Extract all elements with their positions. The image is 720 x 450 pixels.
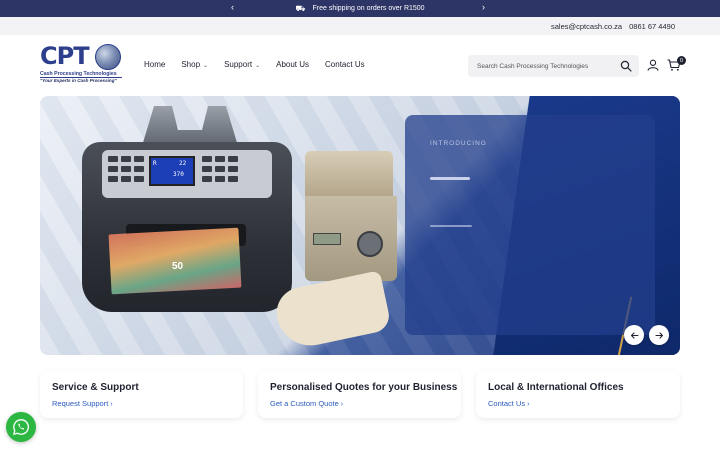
- machine-key: [215, 166, 225, 172]
- feature-link-custom-quote[interactable]: Get a Custom Quote ›: [270, 399, 343, 408]
- feature-card-quotes: Personalised Quotes for your Business Ge…: [258, 370, 461, 418]
- machine-key: [215, 176, 225, 182]
- chevron-right-icon: ›: [110, 401, 113, 408]
- machine-key: [108, 166, 118, 172]
- main-nav: Home Shop ⌄ Support ⌄ About Us Contact Us: [144, 60, 381, 69]
- feature-card-service: Service & Support Request Support ›: [40, 370, 243, 418]
- machine-key: [228, 156, 238, 162]
- arrow-left-icon: [630, 331, 639, 339]
- machine-key: [134, 176, 144, 182]
- logo-letters: CPT: [40, 42, 90, 70]
- machine-key: [108, 156, 118, 162]
- machine-key: [202, 166, 212, 172]
- announcement-prev-button[interactable]: ‹: [231, 2, 234, 12]
- arrow-right-icon: [654, 331, 663, 339]
- coin-counter-dial: [357, 231, 383, 257]
- display-mode: R: [153, 160, 157, 167]
- machine-key: [215, 156, 225, 162]
- feature-link-label: Contact Us: [488, 399, 526, 408]
- announcement-next-button[interactable]: ›: [482, 2, 485, 12]
- nav-item-contact-us[interactable]: Contact Us: [325, 60, 365, 69]
- nav-item-label: Contact Us: [325, 60, 365, 69]
- nav-item-about-us[interactable]: About Us: [276, 60, 309, 69]
- nav-item-label: Home: [144, 60, 166, 69]
- logo-tagline: "Your Experts in Cash Processing": [40, 78, 117, 83]
- machine-key: [108, 176, 118, 182]
- feature-link-label: Request Support: [52, 399, 109, 408]
- site-header: CPT Cash Processing Technologies "Your E…: [0, 35, 720, 95]
- contact-email-link[interactable]: sales@cptcash.co.za: [551, 22, 622, 31]
- chevron-right-icon: ›: [340, 401, 344, 408]
- feature-link-contact-us[interactable]: Contact Us ›: [488, 399, 529, 408]
- machine-key: [121, 156, 131, 162]
- nav-item-shop[interactable]: Shop ⌄: [181, 60, 208, 69]
- truck-icon: ⛟: [295, 3, 306, 13]
- nav-item-label: Support: [224, 60, 253, 69]
- machine-key: [134, 166, 144, 172]
- feature-title: Personalised Quotes for your Business: [270, 382, 458, 393]
- machine-hopper: [142, 106, 238, 146]
- hero-overlay-card: INTRODUCING: [405, 115, 655, 335]
- whatsapp-chat-button[interactable]: [6, 412, 36, 442]
- announcement-text: Free shipping on orders over R1500: [312, 5, 425, 12]
- banknote-value: 50: [172, 261, 184, 272]
- coin-counter-lcd: [313, 233, 341, 245]
- feature-title: Service & Support: [52, 382, 139, 393]
- coin-counter-image: [271, 151, 397, 352]
- machine-key: [202, 176, 212, 182]
- machine-key: [121, 166, 131, 172]
- display-count: 22: [179, 160, 187, 167]
- machine-key: [134, 156, 144, 162]
- feature-link-label: Get a Custom Quote: [270, 399, 339, 408]
- search-box: [468, 55, 639, 77]
- chevron-right-icon: ›: [527, 401, 530, 408]
- hero-next-button[interactable]: [649, 325, 669, 345]
- hero-prev-button[interactable]: [624, 325, 644, 345]
- hero-heading-placeholder: [430, 177, 470, 180]
- cart-count-badge: 0: [677, 56, 686, 65]
- machine-key: [228, 176, 238, 182]
- nav-item-label: About Us: [276, 60, 310, 69]
- contact-phone-link[interactable]: 0861 67 4490: [629, 22, 675, 31]
- machine-display: R 22 370: [149, 156, 195, 186]
- search-input[interactable]: [477, 60, 617, 72]
- nav-item-label: Shop: [181, 60, 201, 69]
- feature-card-offices: Local & International Offices Contact Us…: [476, 370, 680, 418]
- nav-item-support[interactable]: Support ⌄: [224, 60, 260, 69]
- feature-link-request-support[interactable]: Request Support ›: [52, 399, 113, 408]
- display-total: 370: [173, 171, 184, 178]
- hero-subheading-placeholder: [430, 225, 472, 227]
- hero-slider: R 22 370 50 INTRODUCING: [40, 96, 680, 355]
- machine-key: [202, 156, 212, 162]
- nav-item-home[interactable]: Home: [144, 60, 165, 69]
- site-logo[interactable]: CPT Cash Processing Technologies "Your E…: [40, 42, 126, 86]
- whatsapp-icon: [13, 419, 29, 435]
- coin-counter-top: [305, 151, 393, 196]
- announcement-bar: ‹ ⛟ Free shipping on orders over R1500 ›: [0, 0, 720, 17]
- hero-intro-label: INTRODUCING: [430, 140, 487, 147]
- search-icon[interactable]: [620, 60, 632, 72]
- chevron-down-icon: ⌄: [255, 63, 261, 69]
- globe-icon: [95, 44, 121, 70]
- contact-strip: sales@cptcash.co.za 0861 67 4490: [0, 17, 720, 35]
- account-icon[interactable]: [647, 59, 659, 71]
- machine-key: [228, 166, 238, 172]
- banknote-counter-image: R 22 370 50: [82, 106, 292, 312]
- machine-key: [121, 176, 131, 182]
- chevron-down-icon: ⌄: [203, 63, 209, 69]
- feature-title: Local & International Offices: [488, 382, 624, 393]
